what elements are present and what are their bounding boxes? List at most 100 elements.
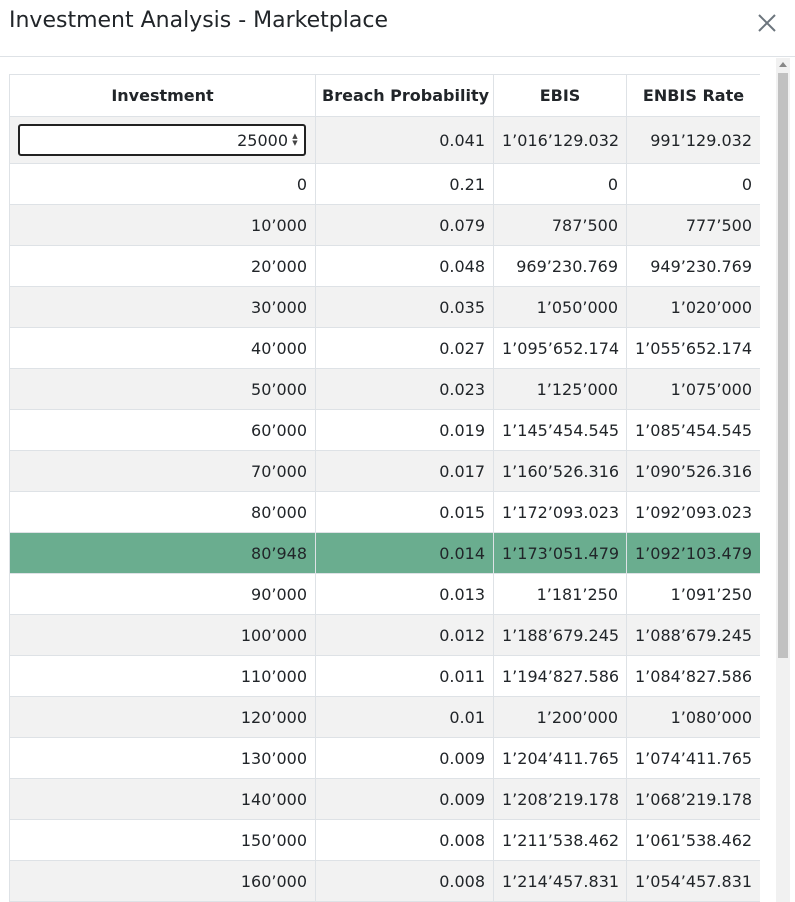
cell-enbis-rate: 1’061’538.462	[626, 819, 760, 861]
cell-investment: 50’000	[9, 368, 316, 410]
cell-investment: 60’000	[9, 409, 316, 451]
cell-investment: 150’000	[9, 819, 316, 861]
cell-ebis: 1’204’411.765	[493, 737, 627, 779]
table-row[interactable]: 80’000 0.015 1’172’093.023 1’092’093.023	[9, 491, 760, 533]
table-row[interactable]: 120’000 0.01 1’200’000 1’080’000	[9, 696, 760, 738]
table-row[interactable]: 40’000 0.027 1’095’652.174 1’055’652.174	[9, 327, 760, 369]
spinner-down-icon[interactable]: ▼	[290, 140, 300, 147]
table-row[interactable]: 50’000 0.023 1’125’000 1’075’000	[9, 368, 760, 410]
cell-investment: 40’000	[9, 327, 316, 369]
table-row[interactable]: 100’000 0.012 1’188’679.245 1’088’679.245	[9, 614, 760, 656]
cell-breach-probability: 0.21	[315, 163, 494, 205]
cell-ebis: 0	[493, 163, 627, 205]
cell-breach-probability: 0.012	[315, 614, 494, 656]
table-row[interactable]: 130’000 0.009 1’204’411.765 1’074’411.765	[9, 737, 760, 779]
table-row[interactable]: 10’000 0.079 787’500 777’500	[9, 204, 760, 246]
cell-investment: 110’000	[9, 655, 316, 697]
column-header-breach-probability[interactable]: Breach Probability	[315, 74, 494, 117]
close-button[interactable]	[756, 12, 778, 34]
column-header-enbis-rate[interactable]: ENBIS Rate	[626, 74, 760, 117]
cell-enbis-rate: 1’092’093.023	[626, 491, 760, 533]
table-row[interactable]: 150’000 0.008 1’211’538.462 1’061’538.462	[9, 819, 760, 861]
number-spinner[interactable]: ▲ ▼	[290, 133, 300, 147]
cell-investment: 70’000	[9, 450, 316, 492]
cell-enbis-rate: 0	[626, 163, 760, 205]
cell-breach-probability: 0.035	[315, 286, 494, 328]
cell-enbis-rate: 1’055’652.174	[626, 327, 760, 369]
cell-enbis-rate: 1’075’000	[626, 368, 760, 410]
cell-enbis-rate: 1’054’457.831	[626, 860, 760, 902]
cell-ebis: 1’181’250	[493, 573, 627, 615]
table-row[interactable]: 60’000 0.019 1’145’454.545 1’085’454.545	[9, 409, 760, 451]
cell-enbis-rate: 1’074’411.765	[626, 737, 760, 779]
table-row[interactable]: 160’000 0.008 1’214’457.831 1’054’457.831	[9, 860, 760, 902]
cell-investment: 120’000	[9, 696, 316, 738]
cell-ebis: 1’194’827.586	[493, 655, 627, 697]
cell-breach-probability: 0.01	[315, 696, 494, 738]
input-row-breach-probability: 0.041	[315, 116, 494, 164]
cell-enbis-rate: 1’020’000	[626, 286, 760, 328]
table-row[interactable]: 20’000 0.048 969’230.769 949’230.769	[9, 245, 760, 287]
cell-enbis-rate: 1’080’000	[626, 696, 760, 738]
cell-enbis-rate: 1’085’454.545	[626, 409, 760, 451]
table-header-row: Investment Breach Probability EBIS ENBIS…	[9, 74, 760, 117]
cell-investment: 130’000	[9, 737, 316, 779]
cell-breach-probability: 0.014	[315, 532, 494, 574]
dialog-header: Investment Analysis - Marketplace	[0, 0, 795, 57]
cell-enbis-rate: 777’500	[626, 204, 760, 246]
cell-investment: 80’000	[9, 491, 316, 533]
cell-investment: 20’000	[9, 245, 316, 287]
cell-ebis: 1’211’538.462	[493, 819, 627, 861]
cell-ebis: 1’208’219.178	[493, 778, 627, 820]
cell-breach-probability: 0.008	[315, 819, 494, 861]
vertical-scrollbar[interactable]	[776, 58, 790, 902]
cell-enbis-rate: 1’091’250	[626, 573, 760, 615]
table-row[interactable]: 110’000 0.011 1’194’827.586 1’084’827.586	[9, 655, 760, 697]
table-row[interactable]: 90’000 0.013 1’181’250 1’091’250	[9, 573, 760, 615]
cell-investment: 10’000	[9, 204, 316, 246]
input-row-ebis: 1’016’129.032	[493, 116, 627, 164]
cell-ebis: 1’095’652.174	[493, 327, 627, 369]
table-row[interactable]: 70’000 0.017 1’160’526.316 1’090’526.316	[9, 450, 760, 492]
cell-ebis: 1’125’000	[493, 368, 627, 410]
cell-breach-probability: 0.017	[315, 450, 494, 492]
cell-investment: 100’000	[9, 614, 316, 656]
cell-ebis: 1’145’454.545	[493, 409, 627, 451]
cell-breach-probability: 0.048	[315, 245, 494, 287]
cell-investment: 90’000	[9, 573, 316, 615]
cell-breach-probability: 0.079	[315, 204, 494, 246]
table-container: Investment Breach Probability EBIS ENBIS…	[9, 74, 760, 902]
cell-breach-probability: 0.009	[315, 737, 494, 779]
cell-breach-probability: 0.008	[315, 860, 494, 902]
cell-ebis: 1’172’093.023	[493, 491, 627, 533]
investment-input[interactable]	[48, 130, 288, 150]
cell-breach-probability: 0.027	[315, 327, 494, 369]
cell-investment: 140’000	[9, 778, 316, 820]
cell-breach-probability: 0.023	[315, 368, 494, 410]
cell-enbis-rate: 1’090’526.316	[626, 450, 760, 492]
cell-enbis-rate: 1’088’679.245	[626, 614, 760, 656]
cell-breach-probability: 0.013	[315, 573, 494, 615]
cell-investment: 80’948	[9, 532, 316, 574]
investment-number-input[interactable]: ▲ ▼	[18, 124, 306, 156]
cell-breach-probability: 0.015	[315, 491, 494, 533]
cell-ebis: 1’050’000	[493, 286, 627, 328]
close-icon	[758, 14, 776, 32]
cell-investment: 160’000	[9, 860, 316, 902]
dialog-title: Investment Analysis - Marketplace	[9, 8, 388, 33]
column-header-investment[interactable]: Investment	[9, 74, 316, 117]
scroll-up-arrow-icon[interactable]	[779, 62, 787, 67]
table-row[interactable]: 30’000 0.035 1’050’000 1’020’000	[9, 286, 760, 328]
input-row: ▲ ▼ 0.041 1’016’129.032 991’129.032	[9, 116, 760, 164]
table-row[interactable]: 0 0.21 0 0	[9, 163, 760, 205]
cell-investment: 0	[9, 163, 316, 205]
cell-ebis: 1’188’679.245	[493, 614, 627, 656]
column-header-ebis[interactable]: EBIS	[493, 74, 627, 117]
input-row-enbis-rate: 991’129.032	[626, 116, 760, 164]
cell-breach-probability: 0.019	[315, 409, 494, 451]
cell-ebis: 1’214’457.831	[493, 860, 627, 902]
table-row-highlighted[interactable]: 80’948 0.014 1’173’051.479 1’092’103.479	[9, 532, 760, 574]
investment-table: Investment Breach Probability EBIS ENBIS…	[9, 74, 760, 902]
table-row[interactable]: 140’000 0.009 1’208’219.178 1’068’219.178	[9, 778, 760, 820]
scroll-thumb[interactable]	[778, 73, 788, 658]
